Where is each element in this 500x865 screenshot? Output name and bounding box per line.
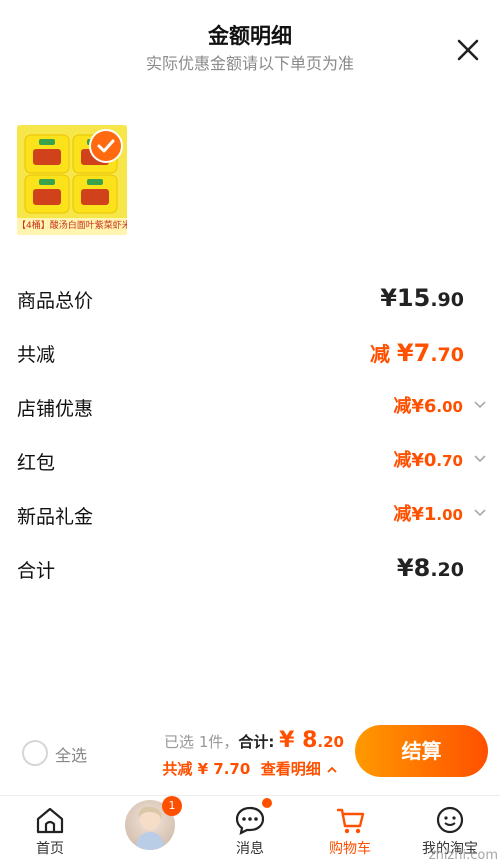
message-icon xyxy=(235,806,265,835)
row-amount: 减¥1.00 xyxy=(393,504,463,525)
discount-summary[interactable]: 共减 ¥ 7.70 查看明细 xyxy=(162,758,338,779)
view-details-link[interactable]: 查看明细 xyxy=(261,760,321,778)
row-amount: ¥8.20 xyxy=(396,554,464,582)
home-icon xyxy=(36,807,64,834)
message-dot-badge xyxy=(262,798,272,808)
tab-home[interactable]: 首页 xyxy=(0,796,100,865)
tab-messages[interactable]: 消息 xyxy=(200,796,300,865)
row-red-packet[interactable]: 红包 减¥0.70 xyxy=(17,446,487,478)
page-title: 金额明细 xyxy=(208,24,292,48)
row-amount: 减¥0.70 xyxy=(393,450,463,471)
footer-total: ¥ 8.20 xyxy=(279,728,344,753)
row-amount: 减 ¥7.70 xyxy=(369,339,464,367)
chevron-down-icon[interactable] xyxy=(473,400,487,410)
selection-summary: 已选 1件，合计: ¥ 8.20 xyxy=(164,728,344,753)
row-label: 店铺优惠 xyxy=(17,398,94,420)
row-label: 合计 xyxy=(17,560,56,582)
row-total-discount: 共减 减 ¥7.70 xyxy=(17,338,487,370)
chevron-down-icon[interactable] xyxy=(473,454,487,464)
row-label: 红包 xyxy=(17,452,56,474)
tab-cart[interactable]: 购物车 xyxy=(300,796,400,865)
select-all-label[interactable]: 全选 xyxy=(55,742,87,766)
tab-profile[interactable]: 我的淘宝 xyxy=(400,796,500,865)
row-amount: 减¥6.00 xyxy=(393,396,463,417)
checkout-button[interactable]: 结算 xyxy=(355,725,488,777)
close-icon[interactable] xyxy=(455,37,481,63)
row-label: 共减 xyxy=(17,344,56,366)
selected-check-icon[interactable] xyxy=(89,129,123,163)
product-caption: 【4桶】酸汤白面叶紫菜虾米味 xyxy=(17,218,127,235)
chevron-down-icon[interactable] xyxy=(473,508,487,518)
select-all-checkbox[interactable] xyxy=(22,740,48,766)
row-label: 新品礼金 xyxy=(17,506,94,528)
profile-icon xyxy=(436,806,464,834)
page-subtitle: 实际优惠金额请以下单页为准 xyxy=(145,54,354,73)
bottom-tabbar: 首页 消息 购物车 我的淘宝 xyxy=(0,796,500,865)
sheet-header: 金额明细 实际优惠金额请以下单页为准 xyxy=(0,0,500,90)
chevron-up-icon[interactable] xyxy=(326,765,338,775)
row-grand-total: 合计 ¥8.20 xyxy=(17,554,487,586)
row-goods-total: 商品总价 ¥15.90 xyxy=(17,284,487,316)
tab-label: 消息 xyxy=(236,841,264,857)
cart-icon xyxy=(337,808,365,834)
row-new-product-gift[interactable]: 新品礼金 减¥1.00 xyxy=(17,500,487,532)
tab-label: 购物车 xyxy=(329,841,371,857)
tab-label: 我的淘宝 xyxy=(422,841,478,857)
avatar-badge: 1 xyxy=(162,796,182,816)
row-store-discount[interactable]: 店铺优惠 减¥6.00 xyxy=(17,392,487,424)
row-label: 商品总价 xyxy=(17,290,94,312)
tab-label: 首页 xyxy=(36,841,64,857)
row-amount: ¥15.90 xyxy=(380,284,464,312)
